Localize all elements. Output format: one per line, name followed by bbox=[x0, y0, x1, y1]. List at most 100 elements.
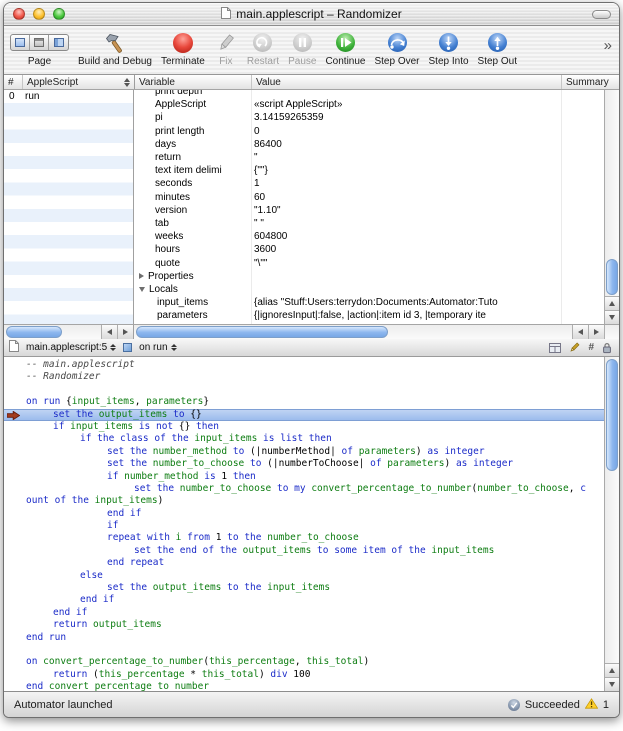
file-popup[interactable]: main.applescript:5 bbox=[24, 342, 118, 353]
scrollbar-thumb[interactable] bbox=[606, 359, 618, 471]
variable-row[interactable]: Locals bbox=[134, 283, 604, 296]
toolbar-overflow-chevron[interactable]: » bbox=[604, 37, 615, 66]
code-line[interactable]: set the number_method to (|numberMethod|… bbox=[4, 446, 604, 458]
variable-row[interactable]: print depth bbox=[134, 90, 604, 98]
variable-row[interactable]: pi3.14159265359 bbox=[134, 111, 604, 124]
warning-count[interactable]: 1 bbox=[603, 699, 609, 711]
scroll-down-arrow[interactable] bbox=[605, 310, 619, 324]
variable-row[interactable]: hours3600 bbox=[134, 243, 604, 256]
symbol-popup[interactable]: on run bbox=[137, 342, 178, 353]
document-proxy-icon[interactable] bbox=[221, 7, 231, 22]
segmented-page-icon bbox=[10, 29, 69, 56]
code-line[interactable]: set the end of the output_items to some … bbox=[4, 545, 604, 557]
warning-icon[interactable] bbox=[585, 698, 598, 712]
code-line[interactable]: if bbox=[4, 520, 604, 532]
toolbar-button-step-over[interactable]: Step Over bbox=[374, 29, 419, 67]
variables-horizontal-scrollbar[interactable] bbox=[134, 325, 604, 339]
hash-icon[interactable]: # bbox=[588, 342, 594, 353]
pencil-icon[interactable] bbox=[569, 342, 580, 353]
scroll-right-arrow[interactable] bbox=[117, 325, 133, 339]
code-line[interactable]: set the output_items to the input_items bbox=[4, 582, 604, 594]
variable-value: " bbox=[251, 152, 604, 163]
scrollbar-thumb[interactable] bbox=[6, 326, 62, 338]
callstack-row[interactable]: 0run bbox=[4, 90, 133, 103]
disclosure-triangle-icon[interactable] bbox=[139, 273, 144, 279]
code-line[interactable]: end if bbox=[4, 607, 604, 619]
scroll-left-arrow[interactable] bbox=[101, 325, 117, 339]
code-line[interactable]: if the class of the input_items is list … bbox=[4, 433, 604, 445]
code-line[interactable]: end convert_percentage_to_number bbox=[4, 681, 604, 691]
status-message: Automator launched bbox=[14, 699, 112, 711]
scroll-up-arrow[interactable] bbox=[605, 663, 619, 677]
code-line[interactable]: -- Randomizer bbox=[4, 371, 604, 383]
editor-vertical-scrollbar[interactable] bbox=[604, 357, 619, 691]
code-line[interactable]: on convert_percentage_to_number(this_per… bbox=[4, 656, 604, 668]
code-line[interactable] bbox=[4, 644, 604, 656]
code-line[interactable]: ount of the input_items) bbox=[4, 495, 604, 507]
scroll-down-arrow[interactable] bbox=[605, 677, 619, 691]
variable-row[interactable]: version"1.10" bbox=[134, 204, 604, 217]
code-line[interactable]: if number_method is 1 then bbox=[4, 471, 604, 483]
variable-name: print length bbox=[134, 126, 251, 137]
header-language[interactable]: AppleScript bbox=[23, 75, 135, 89]
code-line[interactable]: end repeat bbox=[4, 557, 604, 569]
variable-row[interactable]: quote"\"" bbox=[134, 256, 604, 269]
variable-row[interactable]: Properties bbox=[134, 270, 604, 283]
code-line[interactable]: set the number_to_choose to my convert_p… bbox=[4, 483, 604, 495]
build-result-label[interactable]: Succeeded bbox=[525, 699, 580, 711]
variable-row[interactable]: seconds1 bbox=[134, 177, 604, 190]
variable-row[interactable]: weeks604800 bbox=[134, 230, 604, 243]
code-line[interactable]: if input_items is not {} then bbox=[4, 421, 604, 433]
header-value[interactable]: Value bbox=[252, 75, 562, 89]
callstack-horizontal-scrollbar[interactable] bbox=[4, 325, 134, 339]
toolbar-toggle-button[interactable] bbox=[592, 10, 611, 19]
scroll-left-arrow[interactable] bbox=[572, 325, 588, 339]
title-bar[interactable]: main.applescript – Randomizer bbox=[4, 3, 619, 26]
header-summary[interactable]: Summary bbox=[562, 75, 619, 89]
current-execution-line[interactable]: set the output_items to {} bbox=[4, 409, 604, 421]
scrollbar-thumb[interactable] bbox=[606, 259, 618, 295]
toolbar-button-step-into[interactable]: Step Into bbox=[429, 29, 469, 67]
toolbar-button-build-and-debug[interactable]: Build and Debug bbox=[78, 29, 152, 67]
code-line[interactable]: -- main.applescript bbox=[4, 359, 604, 371]
code-line[interactable]: return (this_percentage * this_total) di… bbox=[4, 669, 604, 681]
zoom-button[interactable] bbox=[53, 8, 65, 20]
close-button[interactable] bbox=[13, 8, 25, 20]
code-line[interactable]: repeat with i from 1 to the number_to_ch… bbox=[4, 532, 604, 544]
lock-icon[interactable] bbox=[602, 342, 612, 354]
disclosure-triangle-icon[interactable] bbox=[139, 287, 145, 292]
grid-icon[interactable] bbox=[549, 343, 561, 353]
code-line[interactable]: end if bbox=[4, 594, 604, 606]
toolbar-button-label: Build and Debug bbox=[78, 56, 152, 67]
callstack-pane: 0run bbox=[4, 90, 134, 324]
sort-indicator-icon[interactable] bbox=[124, 78, 130, 87]
variable-row[interactable]: return" bbox=[134, 151, 604, 164]
variables-vertical-scrollbar[interactable] bbox=[604, 90, 619, 324]
variable-row[interactable]: days86400 bbox=[134, 138, 604, 151]
variable-row[interactable]: parameters{|ignoresInput|:false, |action… bbox=[134, 309, 604, 322]
variable-row[interactable]: tab" " bbox=[134, 217, 604, 230]
scroll-up-arrow[interactable] bbox=[605, 296, 619, 310]
variable-row[interactable]: text item delimi{""} bbox=[134, 164, 604, 177]
toolbar-button-step-out[interactable]: Step Out bbox=[478, 29, 517, 67]
code-line[interactable]: set the number_to_choose to (|numberToCh… bbox=[4, 458, 604, 470]
variable-row[interactable]: minutes60 bbox=[134, 191, 604, 204]
header-number[interactable]: # bbox=[4, 75, 23, 89]
code-line[interactable]: on run {input_items, parameters} bbox=[4, 396, 604, 408]
toolbar-button-continue[interactable]: Continue bbox=[325, 29, 365, 67]
variable-row[interactable]: AppleScript«script AppleScript» bbox=[134, 98, 604, 111]
code-line[interactable]: end if bbox=[4, 508, 604, 520]
code-line[interactable]: end run bbox=[4, 632, 604, 644]
window-title-group: main.applescript – Randomizer bbox=[221, 7, 401, 22]
scroll-right-arrow[interactable] bbox=[588, 325, 604, 339]
toolbar-button-terminate[interactable]: Terminate bbox=[161, 29, 205, 67]
minimize-button[interactable] bbox=[33, 8, 45, 20]
code-line[interactable] bbox=[4, 384, 604, 396]
variable-row[interactable]: print length0 bbox=[134, 125, 604, 138]
toolbar-button-page[interactable]: Page bbox=[10, 29, 69, 67]
scrollbar-thumb[interactable] bbox=[136, 326, 388, 338]
code-line[interactable]: else bbox=[4, 570, 604, 582]
code-line[interactable]: return output_items bbox=[4, 619, 604, 631]
variable-row[interactable]: input_items{alias "Stuff:Users:terrydon:… bbox=[134, 296, 604, 309]
header-variable[interactable]: Variable bbox=[135, 75, 252, 89]
